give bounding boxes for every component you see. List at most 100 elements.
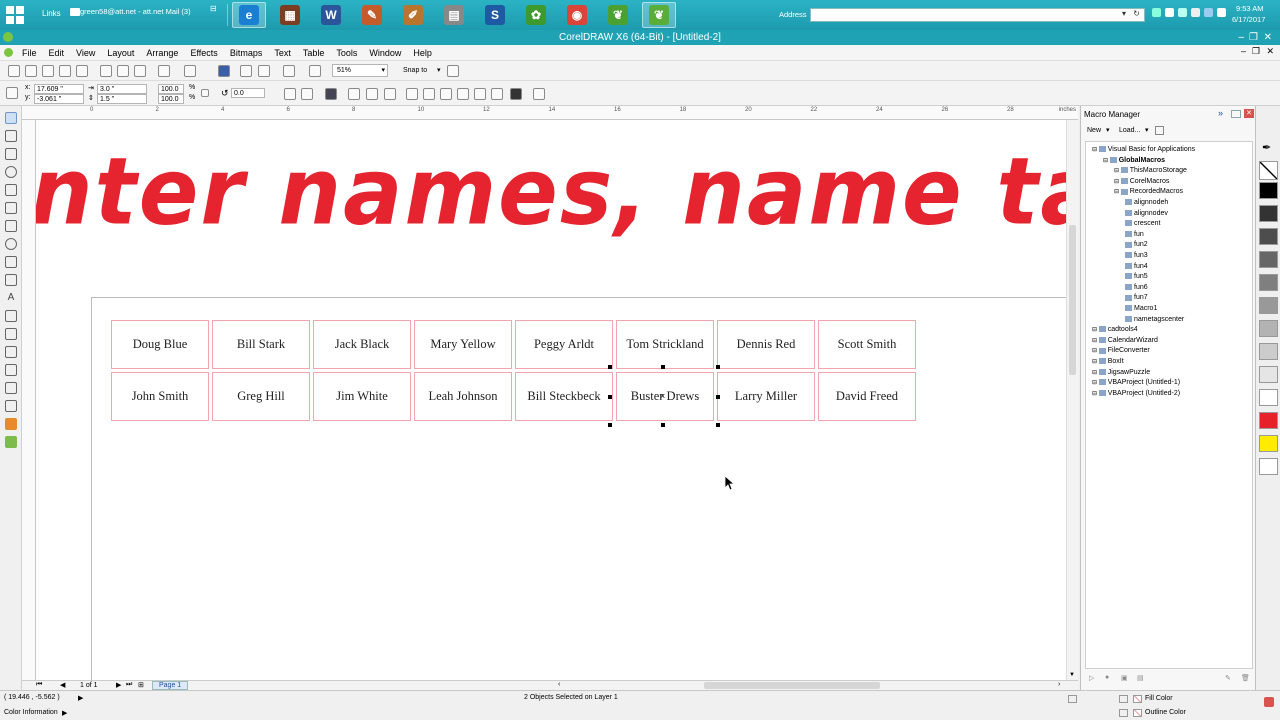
name-tag[interactable]: Leah Johnson [414, 372, 512, 421]
scroll-thumb[interactable] [1069, 225, 1076, 375]
basic-shapes-tool-icon[interactable] [5, 274, 17, 286]
docker-close-icon[interactable]: ✕ [1244, 109, 1254, 118]
page-tab[interactable]: Page 1 [152, 681, 189, 690]
taskbar-app-corel2[interactable]: ❦ [601, 2, 635, 28]
rotation-field[interactable]: 0.0 [231, 88, 265, 98]
color-swatch[interactable] [1259, 251, 1278, 268]
ungroup-icon[interactable] [384, 88, 396, 100]
color-swatch[interactable] [1259, 412, 1278, 429]
menu-window[interactable]: Window [363, 45, 407, 61]
scroll-right-arrow[interactable]: › [1058, 681, 1060, 688]
color-swatch[interactable] [1259, 366, 1278, 383]
rectangle-tool-icon[interactable] [5, 220, 17, 232]
macro-tree-item[interactable]: ⊟ cadtools4 [1092, 325, 1138, 335]
next-page-icon[interactable]: ▶ [116, 681, 121, 689]
tray-icon[interactable] [1191, 8, 1200, 17]
macro-tree-item[interactable]: alignnodev [1125, 209, 1168, 219]
macro-tree-item[interactable]: fun7 [1125, 293, 1148, 303]
vertical-scrollbar[interactable]: ▼ [1066, 120, 1078, 680]
taskbar-mail[interactable]: green58@att.net - att.net Mail (3) [68, 4, 228, 26]
macro-tree-item[interactable]: ⊟ CorelMacros [1114, 177, 1169, 187]
color-swatch[interactable] [1259, 389, 1278, 406]
expand-arrow-icon[interactable]: ▶ [62, 709, 67, 717]
tray-icon[interactable] [1204, 8, 1213, 17]
color-swatch[interactable] [1259, 182, 1278, 199]
no-color-swatch[interactable] [1259, 161, 1278, 180]
taskbar-app-tool1[interactable]: ✎ [355, 2, 389, 28]
print-icon[interactable] [76, 65, 88, 77]
copy-icon[interactable] [117, 65, 129, 77]
taskbar-app-tool2[interactable]: ✐ [396, 2, 430, 28]
name-tag[interactable]: Bill Steckbeck [515, 372, 613, 421]
refresh-icon[interactable]: ↻ [1133, 9, 1140, 18]
headline-text[interactable]: nter names, name tag [36, 137, 1066, 245]
macro-tree-item[interactable]: ⊟ RecordedMacros [1114, 187, 1183, 197]
menu-bitmaps[interactable]: Bitmaps [224, 45, 269, 61]
fill-none-icon[interactable] [1133, 695, 1142, 703]
minimize-mail-icon[interactable]: ⊟ [210, 4, 217, 13]
mirror-h-icon[interactable] [284, 88, 296, 100]
menu-help[interactable]: Help [407, 45, 438, 61]
window-restore-button[interactable]: ❐ [1249, 30, 1258, 45]
selection-handle[interactable] [608, 395, 612, 399]
name-tag[interactable]: Dennis Red [717, 320, 815, 369]
dimension-tool-icon[interactable] [5, 328, 17, 340]
name-tag[interactable]: Scott Smith [818, 320, 916, 369]
step-macro-icon[interactable]: ▣ [1121, 674, 1128, 682]
start-button[interactable] [6, 6, 24, 24]
group-icon[interactable] [366, 88, 378, 100]
tree-toggle-icon[interactable]: ⊟ [1092, 147, 1099, 153]
menu-tools[interactable]: Tools [330, 45, 363, 61]
name-tag[interactable]: Mary Yellow [414, 320, 512, 369]
first-page-icon[interactable]: ⏮ [36, 681, 42, 689]
name-tag[interactable]: John Smith [111, 372, 209, 421]
macro-tree-item[interactable]: ⊟ BoxIt [1092, 357, 1124, 367]
macro-editor-icon[interactable] [1155, 126, 1164, 135]
docker-options-icon[interactable] [1231, 110, 1241, 118]
window-close-button[interactable]: ✕ [1264, 30, 1272, 45]
crop-tool-icon[interactable] [5, 148, 17, 160]
artistic-media-tool-icon[interactable] [5, 202, 17, 214]
x-position-field[interactable]: 17.609 " [34, 84, 84, 94]
menu-layout[interactable]: Layout [101, 45, 140, 61]
table-tool-icon[interactable] [5, 310, 17, 322]
add-page-icon[interactable]: ⊞ [138, 681, 144, 689]
doc-restore-button[interactable]: ❐ [1252, 46, 1260, 57]
tree-toggle-icon[interactable]: ⊟ [1092, 338, 1099, 344]
chevron-down-icon[interactable]: ▾ [437, 66, 441, 74]
selection-handle[interactable] [661, 365, 665, 369]
macro-tree-item[interactable]: ⊟ ThisMacroStorage [1114, 166, 1187, 176]
search-content-icon[interactable] [218, 65, 230, 77]
ellipse-tool-icon[interactable] [5, 238, 17, 250]
fill-swatch[interactable] [1119, 695, 1128, 703]
color-swatch[interactable] [1259, 228, 1278, 245]
interactive-fill-tool-icon[interactable] [5, 436, 17, 448]
chevron-down-icon[interactable]: ▾ [1106, 126, 1110, 134]
save-icon[interactable] [42, 65, 54, 77]
menu-file[interactable]: File [16, 45, 43, 61]
text-to-path-icon[interactable] [325, 88, 337, 100]
volume-icon[interactable] [1217, 8, 1226, 17]
macro-tree-item[interactable]: fun [1125, 230, 1144, 240]
import-icon[interactable] [240, 65, 252, 77]
undo-icon[interactable] [158, 65, 170, 77]
selection-handle[interactable] [661, 423, 665, 427]
eyedropper-tool-icon[interactable] [5, 382, 17, 394]
chevron-down-icon[interactable]: ▾ [1145, 126, 1149, 134]
taskbar-app-word[interactable]: W [314, 2, 348, 28]
tree-toggle-icon[interactable]: ⊟ [1092, 370, 1099, 376]
edit-macro-icon[interactable]: ✎ [1225, 674, 1231, 682]
macro-tree-item[interactable]: ⊟ FileConverter [1092, 346, 1150, 356]
name-tag[interactable]: Jack Black [313, 320, 411, 369]
clock-date[interactable]: 6/17/2017 [1232, 15, 1265, 24]
stop-macro-icon[interactable]: ● [1105, 674, 1109, 681]
last-page-icon[interactable]: ⏭ [126, 681, 132, 689]
blend-tool-icon[interactable] [5, 364, 17, 376]
macro-tree-item[interactable]: ⊟ VBAProject (Untitled-1) [1092, 378, 1180, 388]
outline-swatch[interactable] [1119, 709, 1128, 717]
h-scroll-thumb[interactable] [704, 682, 880, 689]
connector-tool-icon[interactable] [5, 346, 17, 358]
taskbar-app-s-app[interactable]: S [478, 2, 512, 28]
new-document-icon[interactable] [8, 65, 20, 77]
text-tool-icon[interactable]: A [5, 292, 17, 304]
